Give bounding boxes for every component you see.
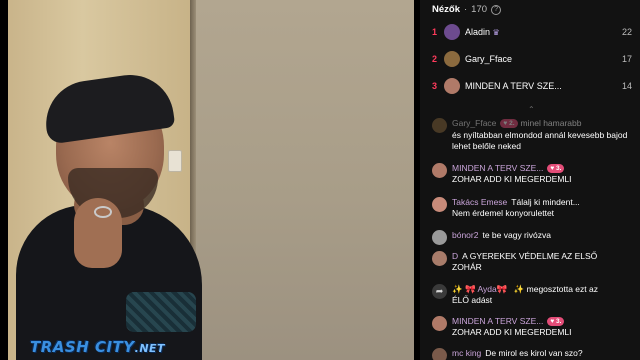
chat-text: ÉLŐ adást <box>452 295 493 305</box>
chat-text: ZOHÁR <box>452 262 482 272</box>
chat-username[interactable]: 🎀 Ayda🎀 <box>465 284 507 294</box>
chat-text: Tálalj ki mindent... <box>511 197 580 207</box>
collapse-chevron-icon[interactable]: ⌃ <box>528 105 535 114</box>
sparkle-icon: ✨ <box>513 284 525 294</box>
viewers-count: 170 <box>471 4 488 15</box>
chat-message: Gary_Fface ♥ 2. minel hamarabb <box>432 118 636 133</box>
hoodie-print <box>126 292 196 332</box>
chat-username[interactable]: mc king <box>452 348 481 358</box>
viewers-title: Nézők <box>432 4 460 15</box>
viewer-name: Aladin ♛ <box>465 27 500 37</box>
bow-icon: 🎀 <box>464 284 476 294</box>
share-icon: ➦ <box>432 284 447 299</box>
avatar <box>432 163 447 178</box>
chat-message: MINDEN A TERV SZE... ♥ 3. ZOHAR ADD KI ME… <box>432 163 636 185</box>
sparkle-icon: ✨ <box>452 284 463 294</box>
viewer-score: 14 <box>621 81 632 91</box>
bow-icon: 🎀 <box>496 284 508 294</box>
chat-message: mc king De mirol es kirol van szo? <box>432 348 636 360</box>
avatar <box>432 251 447 266</box>
door-background <box>194 0 414 360</box>
chat-username[interactable]: MINDEN A TERV SZE... <box>452 316 543 326</box>
chat-text: A GYEREKEK VÉDELME AZ ELSŐ <box>462 251 598 261</box>
live-video[interactable]: TRASH CITY.NET <box>8 0 414 360</box>
chat-text: De mirol es kirol van szo? <box>485 348 583 358</box>
chat-username[interactable]: MINDEN A TERV SZE... <box>452 163 543 173</box>
watermark-main: TRASH CITY <box>30 338 135 356</box>
top-viewer-row[interactable]: 2 Gary_Fface 17 <box>432 47 632 71</box>
avatar <box>444 51 460 67</box>
watermark-logo: TRASH CITY.NET <box>30 338 165 356</box>
top-viewer-row[interactable]: 1 Aladin ♛ 22 <box>432 20 632 44</box>
chat-username[interactable]: bónor2 <box>452 230 478 240</box>
chat-message: MINDEN A TERV SZE... ♥ 3. ZOHAR ADD KI ME… <box>432 316 636 338</box>
rank-number: 1 <box>432 27 438 37</box>
rank-number: 2 <box>432 54 438 64</box>
avatar <box>432 197 447 212</box>
avatar <box>432 348 447 360</box>
chat-username[interactable]: Gary_Fface <box>452 118 496 128</box>
avatar <box>444 78 460 94</box>
viewers-separator: · <box>463 4 468 15</box>
viewer-panel: Nézők · 170 ? 1 Aladin ♛ 22 2 Gary_Fface… <box>420 0 640 360</box>
chat-message: D A GYEREKEK VÉDELME AZ ELSŐ ZOHÁR <box>432 251 636 273</box>
rank-badge: ♥ 3. <box>547 164 565 173</box>
rank-badge: ♥ 2. <box>500 119 518 128</box>
chat-message: Takács Emese Tálalj ki mindent... Nem érd… <box>432 197 636 219</box>
viewer-score: 17 <box>621 54 632 64</box>
chat-text: ZOHAR ADD KI MEGERDEMLI <box>452 327 572 337</box>
chat-text: te be vagy rivózva <box>482 230 551 240</box>
left-letterbox <box>0 0 8 360</box>
viewers-header: Nézők · 170 ? <box>432 4 502 15</box>
watermark-suffix: .NET <box>134 342 166 355</box>
crown-icon: ♛ <box>492 28 500 37</box>
avatar <box>432 230 447 245</box>
rank-badge: ♥ 3. <box>547 317 565 326</box>
streamer <box>16 0 202 360</box>
chat-username[interactable]: Takács Emese <box>452 197 507 207</box>
viewer-score: 22 <box>621 27 632 37</box>
chat-text: megosztotta ezt az <box>526 284 598 294</box>
chat-text: ZOHAR ADD KI MEGERDEMLI <box>452 174 572 184</box>
top-viewer-row[interactable]: 3 MINDEN A TERV SZE... 14 <box>432 74 632 98</box>
chat-message-continued: és nyíltabban elmondod annál kevesebb ba… <box>432 130 636 152</box>
chat-text: minel hamarabb <box>520 118 582 128</box>
viewer-name: MINDEN A TERV SZE... <box>465 81 562 91</box>
chat-text: Nem érdemel konyorulettet <box>452 208 555 218</box>
avatar <box>444 24 460 40</box>
rank-number: 3 <box>432 81 438 91</box>
viewer-name: Gary_Fface <box>465 54 513 64</box>
share-notice: ➦ ✨ 🎀 Ayda🎀 ✨ megosztotta ezt az ÉLŐ adá… <box>432 284 636 306</box>
chat-text: és nyíltabban elmondod annál kevesebb ba… <box>452 130 628 151</box>
chat-message: bónor2 te be vagy rivózva <box>432 230 636 245</box>
ring <box>94 206 112 218</box>
avatar <box>432 316 447 331</box>
chat-username[interactable]: D <box>452 251 458 261</box>
question-circle-icon[interactable]: ? <box>491 4 502 15</box>
